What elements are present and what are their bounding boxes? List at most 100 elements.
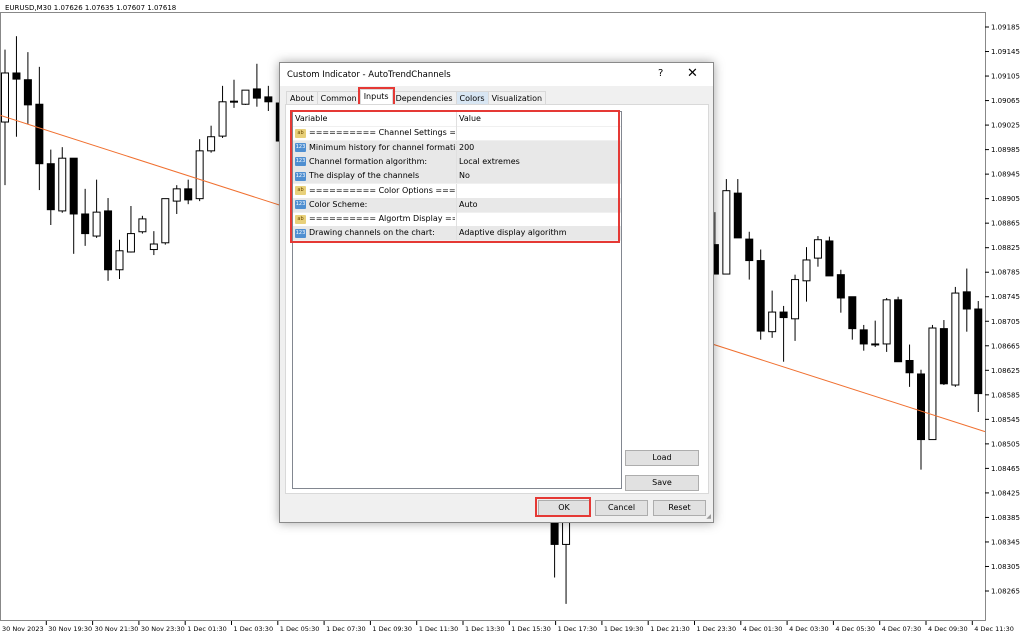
candle (825, 236, 834, 277)
load-button[interactable]: Load (625, 450, 699, 466)
value-cell[interactable]: 200 (459, 141, 474, 155)
time-label: 4 Dec 11:30 (974, 625, 1014, 633)
price-label: 1.08425 (991, 489, 1020, 497)
price-label: 1.08825 (991, 244, 1020, 252)
candle-body (218, 101, 227, 137)
candle-body (882, 299, 891, 345)
time-label: 4 Dec 05:30 (835, 625, 875, 633)
price-label: 1.08985 (991, 146, 1020, 154)
candle-body (195, 150, 204, 200)
price-label: 1.08585 (991, 391, 1020, 399)
candle-body (161, 198, 170, 244)
table-row[interactable]: 123 The display of the channels No (293, 169, 621, 185)
price-label: 1.08465 (991, 465, 1020, 473)
column-separator (456, 154, 457, 169)
number-type-icon: 123 (295, 228, 306, 238)
candle (882, 297, 891, 352)
variable-cell: 123 Color Scheme: (295, 198, 455, 212)
number-type-icon: 123 (295, 143, 306, 153)
table-row[interactable]: 123 Color Scheme: Auto (293, 197, 621, 213)
price-label: 1.08305 (991, 563, 1020, 571)
table-row[interactable]: 123Minimum history for channel formation… (293, 140, 621, 156)
candle-body (264, 96, 273, 103)
variable-cell: ab========== Color Options ========== (295, 184, 455, 198)
candle-body (917, 373, 925, 441)
candle-body (894, 299, 903, 363)
help-icon[interactable]: ? (658, 68, 663, 79)
time-label: 4 Dec 09:30 (928, 625, 968, 633)
candle-body (550, 519, 559, 545)
table-row[interactable]: ab========== Color Options ========== (293, 183, 621, 199)
variable-cell: 123 The display of the channels (295, 169, 455, 183)
column-separator (456, 126, 457, 141)
price-label: 1.09025 (991, 122, 1020, 130)
candle-body (779, 311, 788, 319)
time-label: 4 Dec 01:30 (743, 625, 783, 633)
candle-body (46, 163, 55, 211)
value-cell[interactable]: No (459, 169, 470, 183)
column-separator (456, 226, 457, 241)
candle-body (825, 240, 834, 277)
variable-cell: 123 Drawing channels on the chart: (295, 226, 455, 240)
column-separator (456, 212, 457, 227)
cancel-button[interactable]: Cancel (595, 500, 648, 516)
price-label: 1.08865 (991, 220, 1020, 228)
variable-name: Drawing channels on the chart: (309, 228, 435, 238)
resize-grip-icon[interactable]: ◢ (706, 513, 711, 520)
save-button[interactable]: Save (625, 475, 699, 491)
candle (138, 215, 147, 234)
time-label: 30 Nov 23:30 (141, 625, 185, 633)
candle (104, 198, 113, 281)
candle (894, 296, 903, 363)
candle-body (92, 211, 101, 237)
price-label: 1.09105 (991, 73, 1020, 81)
price-label: 1.09065 (991, 97, 1020, 105)
candle (756, 249, 765, 340)
header-value[interactable]: Value (459, 112, 481, 126)
candle-body (768, 311, 777, 333)
column-separator (456, 169, 457, 184)
value-cell[interactable]: Local extremes (459, 155, 520, 169)
price-label: 1.08265 (991, 588, 1020, 596)
inputs-table[interactable]: Variable Value ab ========== Channel Sett… (292, 111, 622, 489)
variable-name: ========== Algortm Display ========== (309, 214, 455, 224)
price-label: 1.09185 (991, 24, 1020, 32)
close-icon[interactable]: ✕ (687, 66, 698, 81)
candle-body (871, 343, 880, 346)
candle (928, 324, 937, 441)
table-row[interactable]: ab========== Channel Settings ========..… (293, 126, 621, 142)
time-label: 30 Nov 21:30 (95, 625, 139, 633)
time-label: 1 Dec 13:30 (465, 625, 505, 633)
variable-cell: ab========== Channel Settings ========..… (295, 126, 455, 140)
candle-body (939, 328, 948, 385)
price-label: 1.08385 (991, 514, 1020, 522)
candle-body (81, 213, 90, 235)
reset-button[interactable]: Reset (653, 500, 706, 516)
candle-body (905, 359, 914, 374)
symbol-ohlc-label: EURUSD,M30 1.07626 1.07635 1.07607 1.076… (5, 4, 177, 12)
value-cell[interactable]: Adaptive display algorithm (459, 226, 567, 240)
table-row[interactable]: 123 Channel formation algorithm: Local ext… (293, 154, 621, 170)
time-label: 1 Dec 09:30 (372, 625, 412, 633)
candle-body (126, 233, 135, 253)
column-separator[interactable] (456, 112, 457, 126)
header-variable[interactable]: Variable (295, 112, 455, 126)
string-type-icon: ab (295, 186, 306, 195)
time-label: 4 Dec 07:30 (882, 625, 922, 633)
ok-button[interactable]: OK (538, 500, 590, 516)
time-label: 4 Dec 03:30 (789, 625, 829, 633)
table-row[interactable]: 123 Drawing channels on the chart: Adaptiv… (293, 226, 621, 242)
variable-name: Color Scheme: (309, 199, 368, 209)
value-cell[interactable]: Auto (459, 198, 478, 212)
candle-body (974, 308, 983, 395)
candle-body (58, 157, 67, 212)
string-type-icon: ab (295, 128, 306, 138)
candle-body (23, 79, 32, 106)
candle-body (928, 327, 937, 441)
candle-body (756, 260, 765, 332)
time-label: 1 Dec 19:30 (604, 625, 644, 633)
dialog-title: Custom Indicator - AutoTrendChannels (287, 70, 451, 80)
time-label: 1 Dec 15:30 (511, 625, 551, 633)
candle-body (149, 243, 158, 251)
table-row[interactable]: ab========== Algortm Display ========== (293, 212, 621, 228)
